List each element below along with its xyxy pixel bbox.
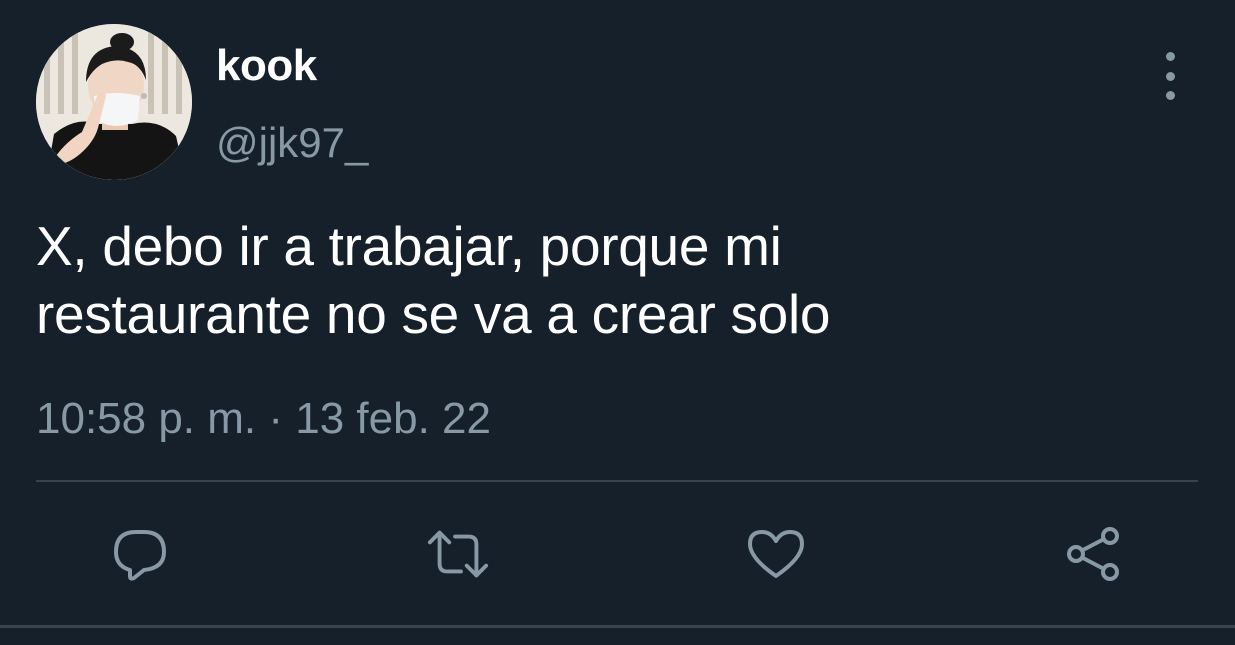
tweet-text: X, debo ir a trabajar, porque mi restaur…	[36, 212, 1196, 348]
retweet-arrows-icon	[427, 530, 489, 578]
retweet-button[interactable]	[426, 522, 490, 586]
tweet-date: 13 feb. 22	[295, 394, 491, 443]
author-handle[interactable]: @jjk97_	[216, 118, 368, 168]
reply-button[interactable]	[108, 522, 172, 586]
bottom-divider	[0, 625, 1235, 628]
like-button[interactable]	[744, 522, 808, 586]
tweet-text-line: restaurante no se va a crear solo	[36, 283, 831, 345]
speech-bubble-icon	[114, 530, 166, 581]
avatar-image	[36, 24, 192, 180]
more-options-button[interactable]	[1150, 52, 1190, 100]
share-nodes-icon	[1067, 527, 1119, 581]
divider	[36, 480, 1198, 482]
avatar[interactable]	[36, 24, 192, 180]
meta-separator: ·	[268, 394, 284, 443]
tweet-time: 10:58 p. m.	[36, 394, 257, 443]
tweet-text-line: X, debo ir a trabajar, porque mi	[36, 215, 782, 277]
tweet-timestamp[interactable]: 10:58 p. m. · 13 feb. 22	[36, 392, 491, 446]
more-dot-icon	[1165, 52, 1175, 61]
more-dot-icon	[1165, 71, 1175, 81]
author-display-name[interactable]: kook	[216, 40, 317, 92]
heart-icon	[748, 530, 804, 578]
tweet-detail: kook @jjk97_ X, debo ir a trabajar, porq…	[0, 0, 1235, 645]
more-dot-icon	[1165, 91, 1175, 100]
share-button[interactable]	[1062, 522, 1126, 586]
